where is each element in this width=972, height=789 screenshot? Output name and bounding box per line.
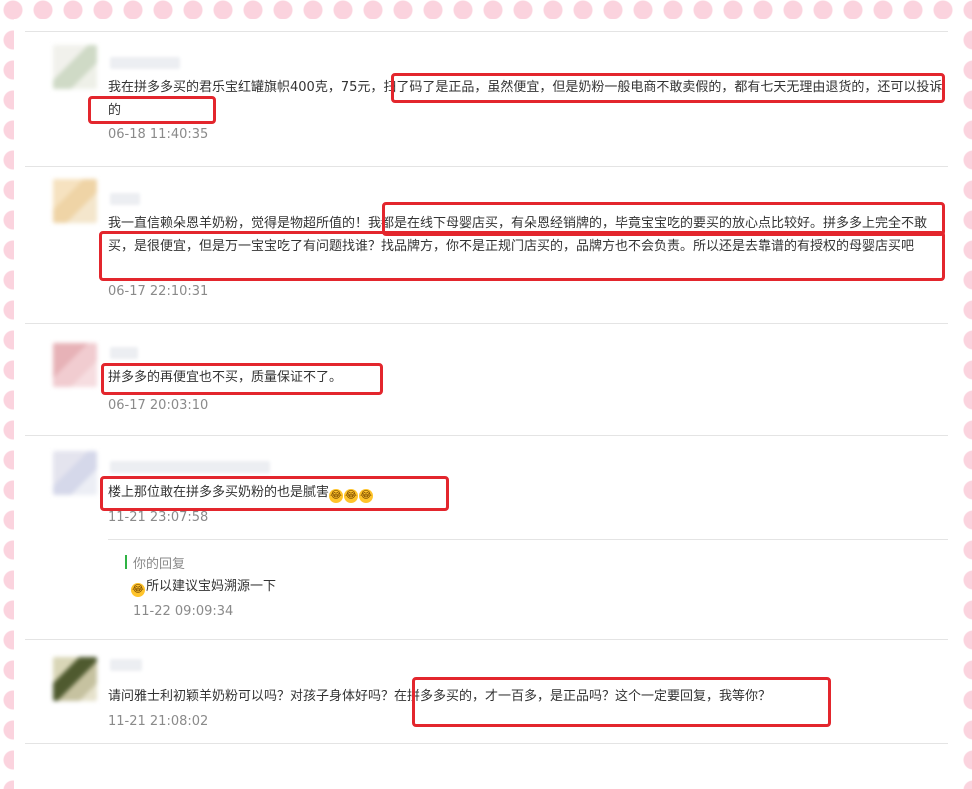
- avatar[interactable]: [53, 45, 97, 89]
- comment-time: 06-18 11:40:35: [108, 127, 209, 142]
- laughing-tears-icon: 😂: [131, 583, 145, 597]
- avatar[interactable]: [53, 451, 97, 495]
- highlight-box: [391, 73, 945, 103]
- divider: [25, 31, 948, 32]
- username-blurred[interactable]: [110, 193, 140, 205]
- username-blurred[interactable]: [110, 57, 180, 69]
- avatar[interactable]: [53, 343, 97, 387]
- reply-text: 😂 所以建议宝妈溯源一下: [131, 575, 831, 598]
- comment-time: 06-17 22:10:31: [108, 284, 209, 299]
- reply-text-content: 所以建议宝妈溯源一下: [146, 579, 277, 594]
- comment-panel: 我在拼多多买的君乐宝红罐旗帜400克，75元，扫了码了是正品，虽然便宜，但是奶粉…: [14, 19, 955, 789]
- highlight-box: [88, 96, 216, 124]
- reply-divider: [108, 539, 948, 540]
- highlight-box: [100, 476, 449, 511]
- username-blurred[interactable]: [110, 659, 142, 671]
- reply-time: 11-22 09:09:34: [133, 604, 234, 619]
- comment-time: 11-21 21:08:02: [108, 714, 209, 729]
- username-blurred[interactable]: [110, 347, 138, 359]
- highlight-box: [99, 231, 945, 281]
- divider: [25, 639, 948, 640]
- username-blurred[interactable]: [110, 461, 270, 473]
- divider: [25, 166, 948, 167]
- highlight-box: [412, 677, 831, 727]
- divider: [25, 323, 948, 324]
- highlight-box: [101, 363, 383, 395]
- divider: [25, 743, 948, 744]
- reply-indicator-bar: [125, 555, 127, 569]
- divider: [25, 435, 948, 436]
- comment-time: 06-17 20:03:10: [108, 398, 209, 413]
- comment-time: 11-21 23:07:58: [108, 510, 209, 525]
- avatar[interactable]: [53, 179, 97, 223]
- reply-label: 你的回复: [133, 557, 186, 572]
- avatar[interactable]: [53, 657, 97, 701]
